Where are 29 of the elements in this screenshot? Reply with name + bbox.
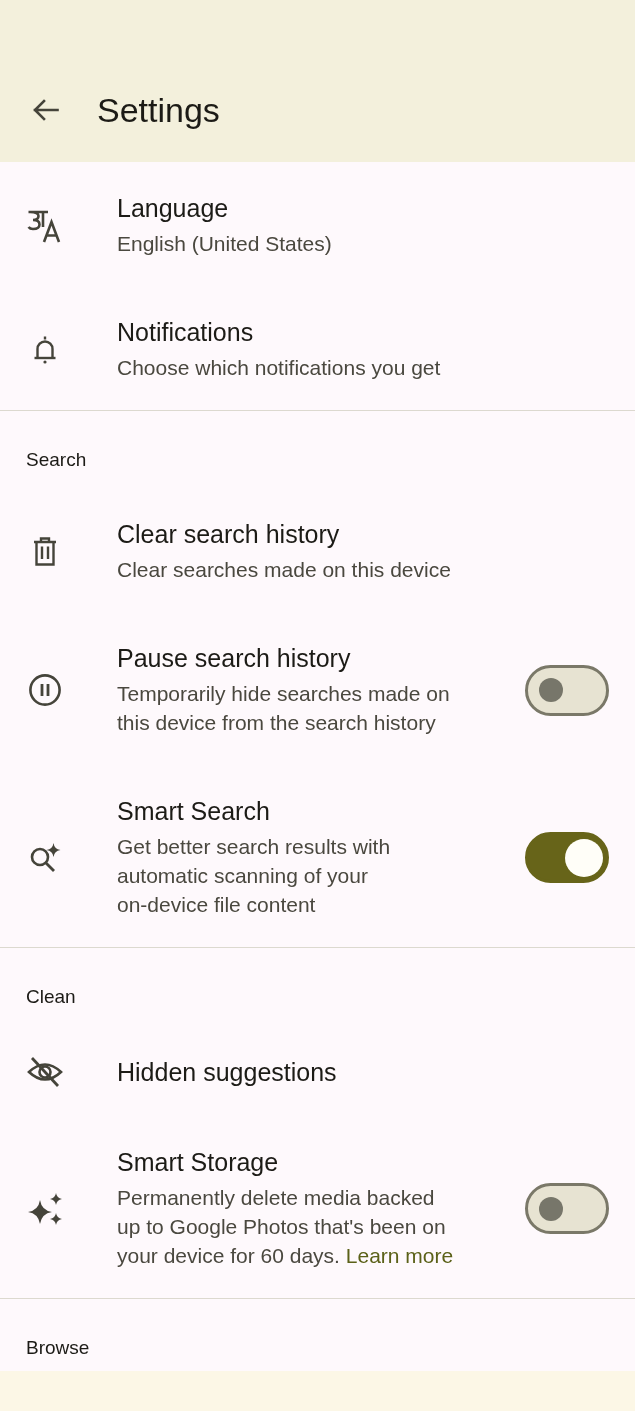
setting-description: Temporarily hide searches made on this device from the search history (117, 681, 450, 736)
section-header: Search (26, 449, 87, 471)
setting-title: Clear search history (117, 519, 340, 549)
setting-description: English (United States) (117, 231, 332, 257)
translate-icon (27, 208, 63, 243)
setting-description: Permanently delete media backed up to Google Photos that's been on your device for 60 days. Learn more (117, 1185, 454, 1269)
page-title: Settings (97, 91, 220, 129)
pause-icon (29, 674, 61, 706)
setting-description: Choose which notifications you get (117, 355, 441, 381)
bell-icon (33, 334, 57, 365)
setting-title: Smart Storage (117, 1147, 279, 1177)
setting-description: Get better search results with automatic scanning of your on-device file content (117, 834, 391, 918)
setting-title: Hidden suggestions (117, 1057, 337, 1087)
back-icon (32, 98, 59, 122)
setting-description: Clear searches made on this device (117, 557, 451, 583)
search-sparkle-icon (29, 842, 61, 873)
eye-slash-icon (27, 1056, 63, 1088)
setting-title: Smart Search (117, 796, 270, 826)
back-button[interactable] (32, 98, 59, 122)
setting-title: Pause search history (117, 643, 351, 673)
toggle-switch[interactable] (525, 664, 609, 716)
trash-icon (33, 537, 57, 566)
section-header: Clean (26, 986, 76, 1008)
section-header: Browse (26, 1337, 90, 1359)
setting-title: Notifications (117, 317, 254, 347)
setting-title: Language (117, 193, 229, 223)
toggle-switch[interactable] (525, 832, 609, 883)
learn-more-link[interactable]: Learn more (345, 1244, 454, 1267)
toggle-switch[interactable] (525, 1183, 609, 1234)
